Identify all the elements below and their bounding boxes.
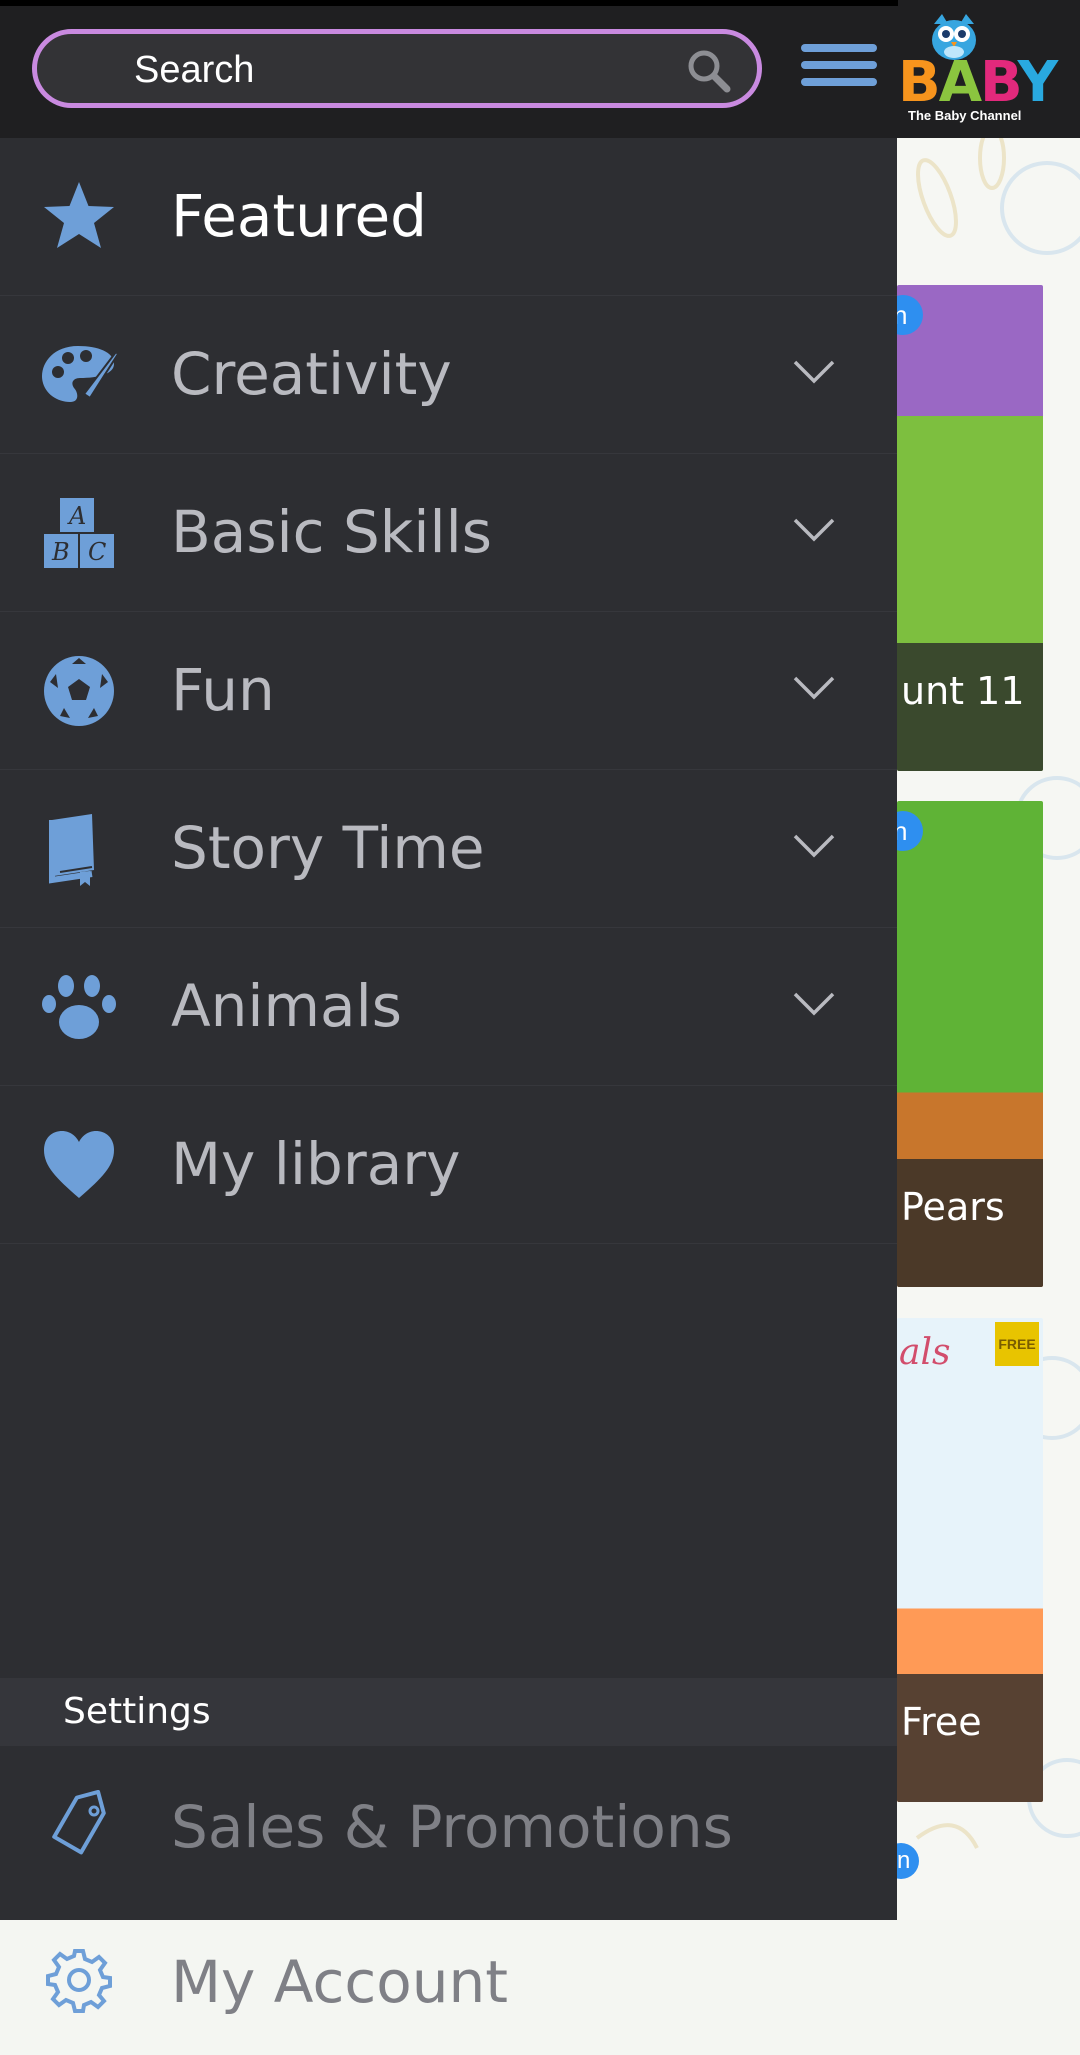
settings-section-header: Settings: [0, 1678, 897, 1746]
chevron-down-icon[interactable]: [792, 832, 836, 860]
search-box[interactable]: [32, 29, 762, 108]
nav-item-label: My library: [171, 1130, 461, 1198]
logo-tagline: The Baby Channel: [908, 108, 1022, 123]
card-title: unt 11: [901, 669, 1025, 713]
chevron-down-icon[interactable]: [792, 674, 836, 702]
svg-text:C: C: [88, 538, 106, 566]
top-bar: BABY The Baby Channel: [0, 0, 1080, 138]
search-icon[interactable]: [685, 47, 731, 93]
chevron-down-icon[interactable]: [792, 990, 836, 1018]
book-icon: [49, 814, 94, 886]
palette-icon: [42, 346, 118, 402]
nav-item-my-library[interactable]: My library: [0, 1086, 897, 1244]
gear-icon: [46, 1949, 112, 2013]
badge: n: [897, 295, 923, 335]
svg-text:A: A: [67, 502, 86, 530]
paw-icon: [42, 975, 116, 1039]
tag-icon: [52, 1790, 106, 1855]
video-card[interactable]: als FREE Free: [897, 1318, 1043, 1802]
card-caption: unt 11: [897, 643, 1043, 771]
video-card[interactable]: n unt 11: [897, 285, 1043, 771]
settings-item-label: Sales & Promotions: [171, 1793, 733, 1861]
badge: n: [897, 811, 923, 851]
search-input[interactable]: [132, 46, 696, 94]
chevron-down-icon[interactable]: [792, 358, 836, 386]
video-card[interactable]: n Pears: [897, 801, 1043, 1287]
logo-wordmark: BABY: [898, 50, 1058, 115]
nav-item-label: Fun: [171, 656, 275, 724]
nav-item-label: Story Time: [171, 814, 485, 882]
nav-item-basic-skills[interactable]: A B C Basic Skills: [0, 454, 897, 612]
nav-item-label: Animals: [171, 972, 402, 1040]
nav-item-animals[interactable]: Animals: [0, 928, 897, 1086]
nav-item-label: Creativity: [171, 340, 452, 408]
nav-item-featured[interactable]: Featured: [0, 138, 897, 296]
settings-item-sales-promotions[interactable]: Sales & Promotions: [0, 1750, 897, 1900]
star-icon: [44, 182, 114, 248]
nav-item-story-time[interactable]: Story Time: [0, 770, 897, 928]
free-ribbon: FREE: [995, 1322, 1039, 1366]
hamburger-menu-icon[interactable]: [801, 44, 877, 94]
abc-blocks-icon: A B C: [44, 498, 114, 568]
nav-item-label: Featured: [171, 182, 427, 250]
nav-item-label: Basic Skills: [171, 498, 492, 566]
chevron-down-icon[interactable]: [792, 516, 836, 544]
settings-header-label: Settings: [63, 1691, 211, 1732]
settings-item-label: My Account: [171, 1948, 508, 2016]
card-title: Pears: [901, 1185, 1005, 1229]
settings-item-my-account[interactable]: My Account: [0, 1905, 897, 2055]
svg-text:B: B: [51, 538, 70, 566]
status-strip: [0, 0, 898, 6]
card-script-title: als: [899, 1332, 951, 1373]
nav-item-creativity[interactable]: Creativity: [0, 296, 897, 454]
card-caption: Free: [897, 1674, 1043, 1802]
baby-channel-logo[interactable]: BABY The Baby Channel: [898, 8, 1058, 128]
heart-icon: [44, 1131, 114, 1198]
soccer-ball-icon: [44, 656, 114, 726]
nav-item-fun[interactable]: Fun: [0, 612, 897, 770]
navigation-drawer: Featured Creativity A B C Basic Skills F…: [0, 138, 897, 2016]
card-caption: Pears: [897, 1159, 1043, 1287]
card-title: Free: [901, 1700, 982, 1744]
